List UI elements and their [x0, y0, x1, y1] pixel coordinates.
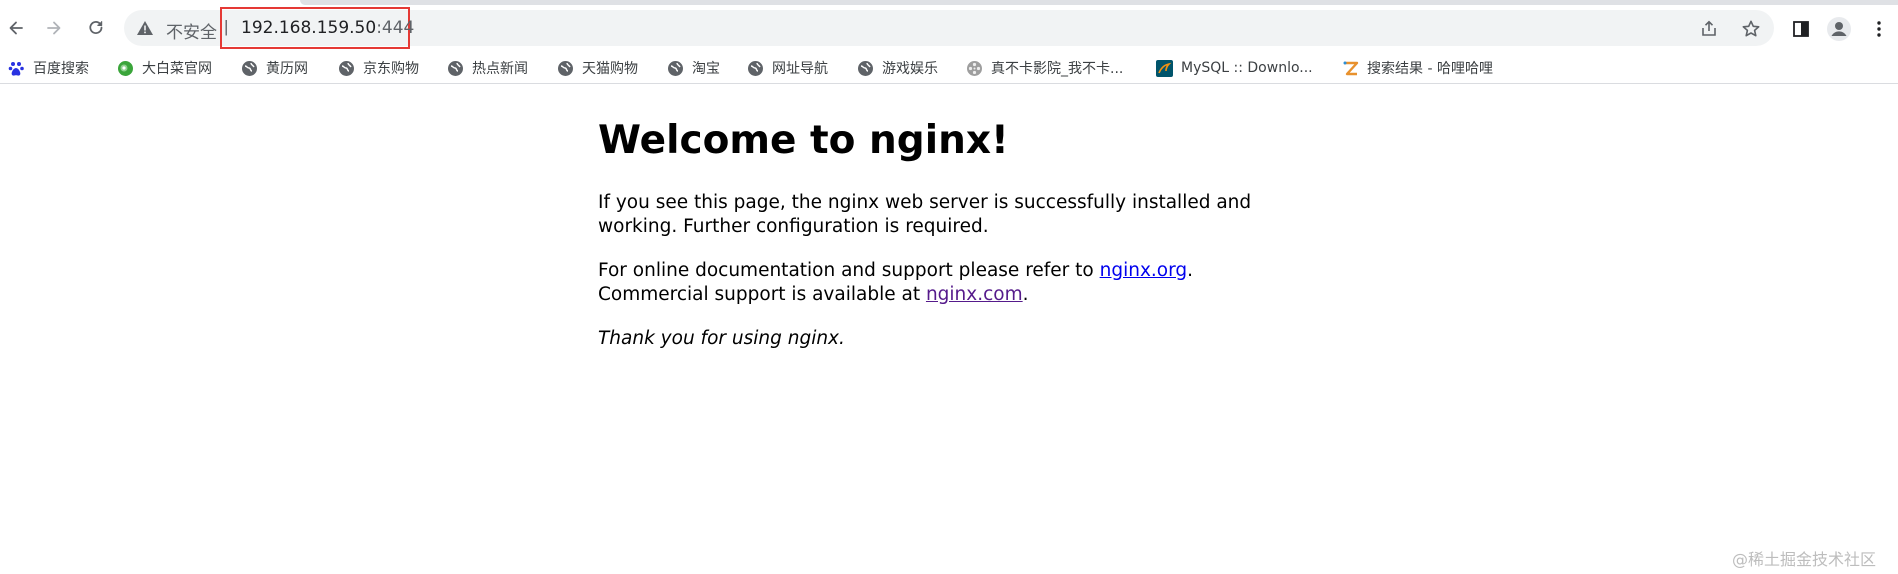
bookmark-dabaicai[interactable]: 大白菜官网 [117, 56, 212, 80]
cabbage-icon [117, 60, 134, 77]
bookmark-nav[interactable]: 网址导航 [747, 56, 828, 80]
bookmark-label: 游戏娱乐 [882, 61, 938, 77]
commercial-text: Commercial support is available at [598, 284, 926, 305]
docs-text: For online documentation and support ple… [598, 260, 1100, 281]
side-panel-icon [1793, 21, 1809, 37]
watermark: @稀土掘金技术社区 [1732, 550, 1877, 569]
thanks-message: Thank you for using nginx. [598, 328, 845, 349]
film-reel-icon [966, 60, 983, 77]
bookmark-label: 京东购物 [363, 61, 419, 77]
baidu-paw-icon [8, 60, 25, 77]
bookmark-label: 黄历网 [266, 61, 308, 77]
globe-icon [338, 60, 355, 77]
profile-button[interactable] [1826, 16, 1852, 42]
bookmark-mysql[interactable]: MySQL :: Downlo... [1156, 56, 1313, 80]
bookmark-label: 搜索结果 - 哈哩哈哩 [1367, 61, 1493, 77]
commercial-period: . [1022, 284, 1029, 305]
globe-icon [447, 60, 464, 77]
forward-button[interactable] [38, 12, 70, 44]
nginx-welcome-page: Welcome to nginx! If you see this page, … [598, 118, 1258, 371]
globe-icon [557, 60, 574, 77]
browser-menu-button[interactable] [1866, 16, 1892, 42]
url-port: :444 [376, 18, 415, 38]
bookmark-tmall[interactable]: 天猫购物 [557, 56, 638, 80]
page-title: Welcome to nginx! [598, 118, 1009, 163]
bookmark-huangli[interactable]: 黄历网 [241, 56, 308, 80]
bookmark-games[interactable]: 游戏娱乐 [857, 56, 938, 80]
active-tab-edge [300, 0, 1898, 5]
bookmark-label: 天猫购物 [582, 61, 638, 77]
url-text[interactable]: 192.168.159.50:444 [241, 18, 414, 38]
reload-button[interactable] [80, 12, 112, 44]
url-host: 192.168.159.50 [241, 18, 377, 38]
mysql-dolphin-icon [1156, 59, 1173, 77]
bookmark-cinema[interactable]: 真不卡影院_我不卡... [966, 56, 1123, 80]
bookmarks-bar: 百度搜索 大白菜官网 黄历网 京东购物 热点新闻 天猫购物 淘宝 网址导航 游戏… [0, 52, 1898, 84]
address-bar[interactable]: 不安全 | 192.168.159.50:444 [124, 7, 1774, 49]
side-panel-button[interactable] [1788, 16, 1814, 42]
reload-icon [89, 21, 103, 34]
globe-icon [241, 60, 258, 77]
back-button[interactable] [0, 12, 32, 44]
z-logo-icon [1342, 60, 1359, 77]
kebab-menu-icon [1877, 21, 1881, 37]
bookmark-label: 网址导航 [772, 61, 828, 77]
nginx-org-link[interactable]: nginx.org [1100, 260, 1188, 281]
bookmark-jd[interactable]: 京东购物 [338, 56, 419, 80]
globe-icon [857, 60, 874, 77]
security-status-label[interactable]: 不安全 [166, 18, 217, 43]
docs-paragraph: For online documentation and support ple… [598, 259, 1258, 307]
bookmark-label: 真不卡影院_我不卡... [991, 61, 1124, 77]
browser-toolbar: 不安全 | 192.168.159.50:444 [0, 6, 1898, 50]
bookmark-bilibili-search[interactable]: 搜索结果 - 哈哩哈哩 [1342, 56, 1493, 80]
bookmark-label: 淘宝 [692, 61, 720, 77]
bookmark-star-button[interactable] [1740, 18, 1762, 40]
share-button[interactable] [1698, 18, 1720, 40]
star-icon [1742, 20, 1760, 37]
avatar-icon [1827, 17, 1851, 41]
arrow-left-icon [9, 21, 23, 35]
bookmark-label: 热点新闻 [472, 61, 528, 77]
share-icon [1702, 20, 1716, 36]
arrow-right-icon [47, 21, 61, 35]
bookmark-news[interactable]: 热点新闻 [447, 56, 528, 80]
bookmark-label: 百度搜索 [33, 61, 89, 77]
install-message: If you see this page, the nginx web serv… [598, 192, 1252, 237]
globe-icon [667, 60, 684, 77]
bookmark-label: 大白菜官网 [142, 61, 212, 77]
docs-period: . [1187, 260, 1194, 281]
globe-icon [747, 60, 764, 77]
bookmark-baidu[interactable]: 百度搜索 [8, 56, 89, 80]
nginx-com-link[interactable]: nginx.com [926, 284, 1023, 305]
bookmark-taobao[interactable]: 淘宝 [667, 56, 720, 80]
warning-triangle-icon[interactable] [136, 19, 154, 37]
bookmark-label: MySQL :: Downlo... [1181, 60, 1313, 76]
